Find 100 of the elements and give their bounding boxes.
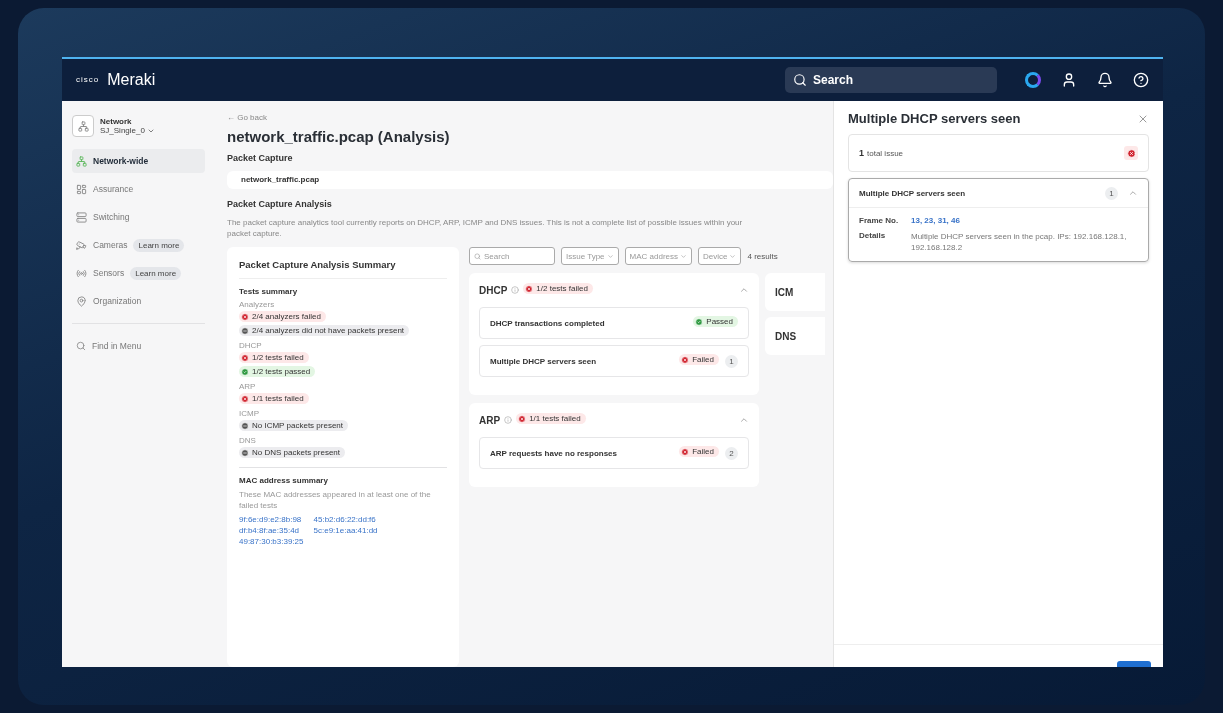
status-tag: 2/4 analyzers did not have packets present bbox=[239, 325, 410, 336]
status-tag: Passed bbox=[693, 316, 738, 327]
search-field[interactable]: Search bbox=[785, 67, 997, 93]
status-tag: 1/1 tests failed bbox=[239, 393, 309, 404]
caret-icon bbox=[729, 252, 737, 260]
status-tag: 1/2 tests failed bbox=[523, 283, 593, 294]
status-tag: No DNS packets present bbox=[239, 447, 346, 458]
help-icon[interactable] bbox=[1133, 72, 1149, 88]
section-heading: Packet Capture Analysis bbox=[227, 198, 333, 209]
mac-link[interactable]: 49:87:30:b3:39:25 bbox=[239, 537, 304, 547]
search-field[interactable]: Search bbox=[469, 247, 555, 265]
test-row[interactable]: DHCP transactions completed Passed bbox=[479, 307, 749, 339]
footer-button[interactable] bbox=[1117, 661, 1151, 667]
count-badge: 2 bbox=[725, 446, 738, 460]
sidebar-item[interactable]: Cameras Learn more bbox=[72, 233, 205, 257]
camera-icon bbox=[76, 239, 87, 251]
drawer-title: Multiple DHCP servers seen bbox=[848, 111, 1021, 126]
minus-icon bbox=[241, 326, 249, 335]
mac-link[interactable]: df:b4:8f:ae:35:4d bbox=[239, 526, 304, 536]
radio-icon bbox=[76, 267, 87, 279]
status-tag: 1/1 tests failed bbox=[516, 413, 586, 424]
subheading: MAC address summary bbox=[239, 476, 329, 485]
error-icon bbox=[241, 394, 249, 403]
field-label: Frame No. bbox=[859, 216, 900, 225]
group-label: ARP bbox=[239, 382, 257, 391]
subheading: Tests summary bbox=[239, 287, 299, 296]
status-tag: 2/4 analyzers failed bbox=[239, 311, 326, 322]
section-heading: Packet Capture bbox=[227, 153, 294, 163]
network-selector[interactable]: SJ_Single_0 bbox=[100, 126, 155, 135]
status-tag: Failed bbox=[679, 446, 719, 457]
sidebar-item[interactable]: Switching bbox=[72, 205, 205, 229]
issue-name: Multiple DHCP servers seen bbox=[859, 188, 967, 198]
network-icon bbox=[72, 115, 94, 137]
filter-dropdown[interactable]: Issue Type bbox=[561, 247, 619, 265]
test-name: Multiple DHCP servers seen bbox=[490, 356, 598, 366]
search-icon bbox=[793, 73, 807, 87]
brand-name: Meraki bbox=[107, 71, 157, 89]
assistant-icon[interactable] bbox=[1025, 72, 1041, 88]
check-icon bbox=[241, 367, 249, 376]
test-row[interactable]: Multiple DHCP servers seen Failed 1 bbox=[479, 345, 749, 377]
network-label: Network bbox=[100, 117, 133, 126]
description-text: The packet capture analytics tool currently reports on DHCP, ARP, ICMP and DNS issues. This is not a complete list of possible issues within your packet capture. bbox=[227, 216, 744, 239]
status-tag: No ICMP packets present bbox=[239, 420, 348, 431]
mac-link[interactable]: 5c:e9:1e:aa:41:dd bbox=[313, 526, 378, 536]
dashboard-icon bbox=[76, 183, 87, 195]
section-title: DNS bbox=[765, 317, 825, 355]
test-name: ARP requests have no responses bbox=[490, 448, 618, 458]
details-text: Multiple DHCP servers seen in the pcap. IPs: 192.168.128.1, 192.168.128.2 bbox=[911, 231, 1128, 254]
group-label: DHCP bbox=[239, 341, 263, 350]
test-row[interactable]: ARP requests have no responses Failed 2 bbox=[479, 437, 749, 469]
status-tag: 1/2 tests passed bbox=[239, 366, 316, 377]
find-in-menu[interactable]: Find in Menu bbox=[72, 334, 205, 358]
learn-more-badge[interactable]: Learn more bbox=[133, 238, 185, 252]
search-icon bbox=[474, 252, 481, 260]
collapse-icon[interactable] bbox=[739, 285, 749, 295]
section-title: ICM bbox=[765, 273, 825, 311]
group-label: ICMP bbox=[239, 409, 260, 418]
file-name: network_traffic.pcap bbox=[227, 171, 833, 189]
sidebar-item[interactable]: Organization bbox=[72, 289, 205, 313]
info-icon bbox=[511, 286, 520, 294]
error-icon bbox=[518, 414, 527, 423]
caret-icon bbox=[680, 252, 687, 260]
mac-link[interactable]: 45:b2:d6:22:dd:f6 bbox=[313, 515, 378, 525]
status-tag: Failed bbox=[679, 354, 719, 365]
section-title: DHCP bbox=[479, 284, 508, 296]
error-icon bbox=[681, 447, 690, 456]
error-icon bbox=[241, 353, 249, 362]
server-icon bbox=[76, 211, 87, 223]
page-title: network_traffic.pcap (Analysis) bbox=[227, 128, 451, 145]
card-title: Packet Capture Analysis Summary bbox=[239, 255, 447, 279]
count-badge: 1 bbox=[725, 354, 738, 368]
results-count: 4 results bbox=[747, 251, 778, 261]
mac-description: These MAC addresses appeared in at least one of the failed tests bbox=[239, 489, 432, 512]
cisco-logo: cisco bbox=[76, 76, 100, 84]
status-tag: 1/2 tests failed bbox=[239, 352, 309, 363]
collapse-icon[interactable] bbox=[739, 415, 749, 425]
error-icon bbox=[681, 355, 690, 364]
group-label: DNS bbox=[239, 436, 257, 445]
issue-count-label: total issue bbox=[867, 148, 905, 158]
count-badge: 1 bbox=[1105, 186, 1118, 200]
group-label: Analyzers bbox=[239, 300, 276, 309]
minus-icon bbox=[241, 421, 249, 430]
field-label: Details bbox=[859, 231, 887, 242]
filter-dropdown[interactable]: Device bbox=[698, 247, 742, 265]
info-icon bbox=[504, 416, 513, 424]
sidebar-item[interactable]: Network-wide bbox=[72, 149, 205, 173]
back-link[interactable]: ← Go back bbox=[227, 113, 833, 122]
check-icon bbox=[695, 317, 704, 326]
sidebar-item[interactable]: Sensors Learn more bbox=[72, 261, 205, 285]
mac-link[interactable]: 9f:6e:d9:e2:8b:98 bbox=[239, 515, 304, 525]
collapse-icon[interactable] bbox=[1128, 188, 1138, 198]
filter-dropdown[interactable]: MAC address bbox=[624, 247, 692, 265]
test-name: DHCP transactions completed bbox=[490, 318, 606, 328]
learn-more-badge[interactable]: Learn more bbox=[130, 266, 182, 280]
error-icon bbox=[1124, 146, 1138, 160]
user-icon[interactable] bbox=[1061, 72, 1077, 88]
issue-count: 1 bbox=[859, 148, 864, 158]
sidebar-item[interactable]: Assurance bbox=[72, 177, 205, 201]
frame-links[interactable]: 13, 23, 31, 46 bbox=[911, 216, 1138, 225]
notification-icon[interactable] bbox=[1097, 72, 1113, 88]
